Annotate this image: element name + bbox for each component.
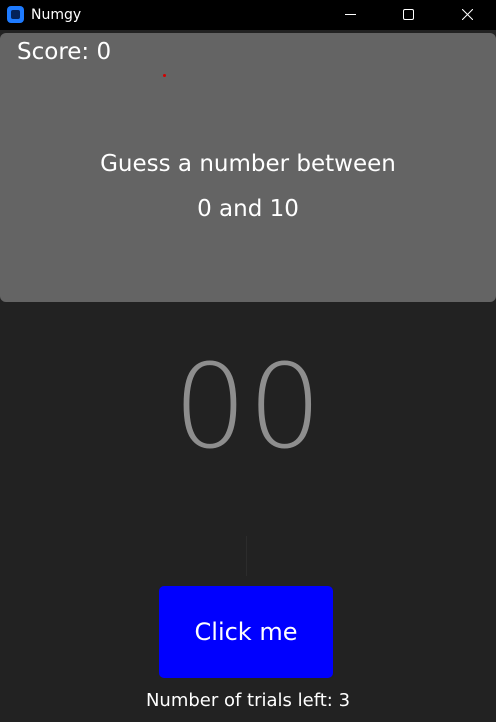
number-display: 00 [173, 340, 323, 475]
prompt-line-1: Guess a number between [100, 151, 396, 177]
minimize-icon [345, 14, 356, 15]
title-bar[interactable]: Numgy [0, 0, 496, 30]
prompt-text: Guess a number between 0 and 10 [0, 145, 496, 235]
trials-left-label: Number of trials left: 3 [145, 690, 351, 711]
maximize-icon [403, 9, 414, 20]
app-window: Numgy Score: 0 Guess a number between 0 … [0, 0, 496, 722]
divider [246, 536, 247, 576]
click-me-button[interactable]: Click me [159, 586, 333, 678]
app-icon [7, 6, 24, 23]
minimize-button[interactable] [321, 0, 379, 30]
prompt-line-2: 0 and 10 [197, 196, 299, 222]
close-button[interactable] [438, 0, 496, 30]
info-panel: Score: 0 Guess a number between 0 and 10 [0, 33, 496, 302]
score-label: Score: 0 [17, 39, 112, 65]
window-title: Numgy [31, 7, 82, 23]
close-icon [462, 9, 473, 20]
red-dot [163, 74, 166, 77]
maximize-button[interactable] [379, 0, 437, 30]
